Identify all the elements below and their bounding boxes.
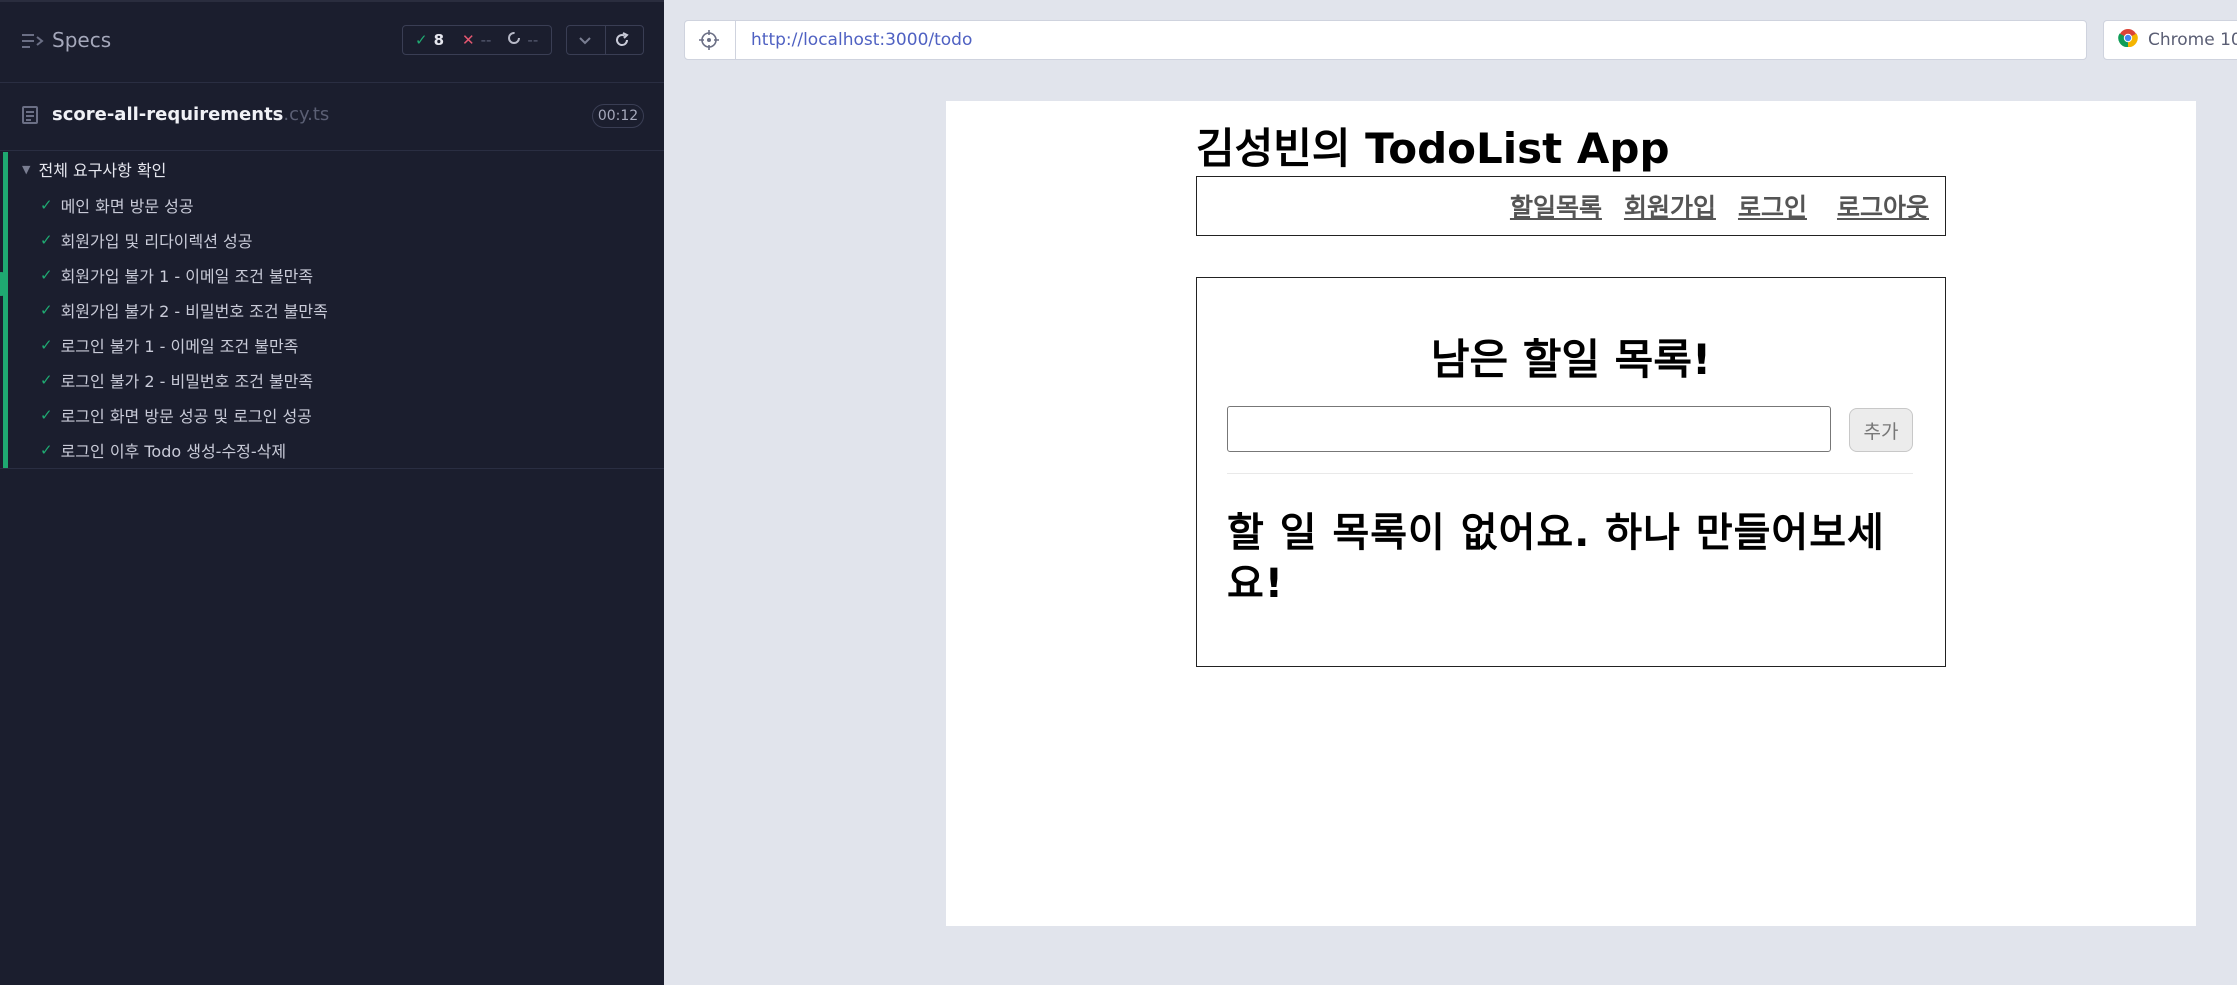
- url-bar-divider: [735, 21, 736, 59]
- runner-controls: [566, 25, 644, 55]
- test-title: 로그인 불가 2 - 비밀번호 조건 불만족: [60, 372, 314, 391]
- file-icon: [22, 106, 38, 128]
- test-title: 메인 화면 방문 성공: [60, 197, 194, 216]
- test-suite: ▼ 전체 요구사항 확인 ✓ 메인 화면 방문 성공 ✓ 회원가입 및 리다이렉션 …: [0, 150, 664, 469]
- divider: [1227, 473, 1913, 474]
- test-title: 회원가입 불가 2 - 비밀번호 조건 불만족: [60, 302, 328, 321]
- chevron-down-icon: ▼: [22, 162, 31, 176]
- test-stats: ✓ 8 ✕ -- --: [402, 25, 552, 55]
- app-title: 김성빈의 TodoList App: [1196, 124, 1670, 173]
- specs-title[interactable]: Specs: [52, 28, 111, 52]
- url-text[interactable]: http://localhost:3000/todo: [751, 30, 972, 50]
- nav-link-todos[interactable]: 할일목록: [1510, 188, 1602, 224]
- failed-stat: ✕ --: [462, 31, 491, 49]
- chrome-icon: [2118, 28, 2138, 53]
- test-title: 로그인 불가 1 - 이메일 조건 불만족: [60, 337, 299, 356]
- app-viewport: 김성빈의 TodoList App 할일목록 회원가입 로그인 로그아웃 남은 …: [946, 101, 2196, 926]
- spec-duration: 00:12: [592, 104, 644, 128]
- todo-heading: 남은 할일 목록!: [1430, 335, 1712, 384]
- browser-name: Chrome 10: [2148, 30, 2237, 50]
- check-icon: ✓: [40, 371, 53, 389]
- suite-header[interactable]: ▼ 전체 요구사항 확인: [22, 156, 166, 182]
- spec-file-header: score-all-requirements.cy.ts 00:12: [0, 82, 664, 151]
- check-icon: ✓: [40, 441, 53, 459]
- empty-todo-message: 할 일 목록이 없어요. 하나 만들어보세요!: [1227, 510, 1885, 607]
- test-item[interactable]: ✓ 회원가입 및 리다이렉션 성공: [40, 225, 252, 255]
- pending-stat: --: [507, 31, 538, 49]
- test-item[interactable]: ✓ 로그인 이후 Todo 생성-수정-삭제: [40, 435, 286, 465]
- todo-input[interactable]: [1227, 406, 1831, 452]
- test-title: 회원가입 불가 1 - 이메일 조건 불만족: [60, 267, 314, 286]
- browser-selector[interactable]: Chrome 10: [2103, 20, 2237, 60]
- suite-title: 전체 요구사항 확인: [38, 161, 167, 180]
- cross-icon: ✕: [462, 31, 475, 49]
- spec-file-basename: score-all-requirements: [52, 104, 284, 125]
- check-icon: ✓: [40, 336, 53, 354]
- passed-count: 8: [433, 31, 445, 49]
- specs-list-icon[interactable]: [22, 31, 44, 51]
- selector-playground-icon[interactable]: [699, 30, 719, 54]
- reload-icon[interactable]: [613, 31, 631, 53]
- check-icon: ✓: [40, 266, 53, 284]
- test-item[interactable]: ✓ 회원가입 불가 2 - 비밀번호 조건 불만족: [40, 295, 328, 325]
- url-bar[interactable]: http://localhost:3000/todo: [684, 20, 2087, 60]
- check-icon: ✓: [40, 231, 53, 249]
- check-icon: ✓: [40, 406, 53, 424]
- test-title: 회원가입 및 리다이렉션 성공: [60, 232, 253, 251]
- test-item[interactable]: ✓ 로그인 불가 1 - 이메일 조건 불만족: [40, 330, 298, 360]
- test-item[interactable]: ✓ 메인 화면 방문 성공: [40, 190, 194, 220]
- test-title: 로그인 화면 방문 성공 및 로그인 성공: [60, 407, 312, 426]
- test-title: 로그인 이후 Todo 생성-수정-삭제: [60, 442, 287, 461]
- failed-count: --: [480, 31, 492, 49]
- pending-count: --: [527, 31, 539, 49]
- chevron-down-icon[interactable]: [577, 32, 593, 52]
- check-icon: ✓: [40, 196, 53, 214]
- nav-link-login[interactable]: 로그인: [1738, 188, 1807, 224]
- test-item[interactable]: ✓ 회원가입 불가 1 - 이메일 조건 불만족: [40, 260, 313, 290]
- check-icon: ✓: [415, 31, 428, 49]
- todo-card: 남은 할일 목록! 추가 할 일 목록이 없어요. 하나 만들어보세요!: [1196, 277, 1946, 667]
- test-item[interactable]: ✓ 로그인 화면 방문 성공 및 로그인 성공: [40, 400, 312, 430]
- pending-icon: [507, 31, 521, 49]
- suite-status-bar: [3, 152, 8, 468]
- cypress-runner-panel: Specs ✓ 8 ✕ -- -- score-all-requirements…: [0, 0, 664, 985]
- test-item[interactable]: ✓ 로그인 불가 2 - 비밀번호 조건 불만족: [40, 365, 313, 395]
- check-icon: ✓: [40, 301, 53, 319]
- passed-stat: ✓ 8: [415, 31, 444, 49]
- nav-link-signup[interactable]: 회원가입: [1624, 188, 1716, 224]
- suite-side-tab: [0, 272, 8, 296]
- nav-link-logout[interactable]: 로그아웃: [1837, 188, 1929, 224]
- nav-bar: 할일목록 회원가입 로그인 로그아웃: [1196, 176, 1946, 236]
- controls-divider: [605, 26, 606, 54]
- spec-file-ext: .cy.ts: [283, 104, 330, 125]
- specs-header: Specs ✓ 8 ✕ -- --: [0, 0, 664, 83]
- spec-file-name: score-all-requirements.cy.ts: [52, 104, 329, 125]
- add-todo-button[interactable]: 추가: [1849, 408, 1913, 452]
